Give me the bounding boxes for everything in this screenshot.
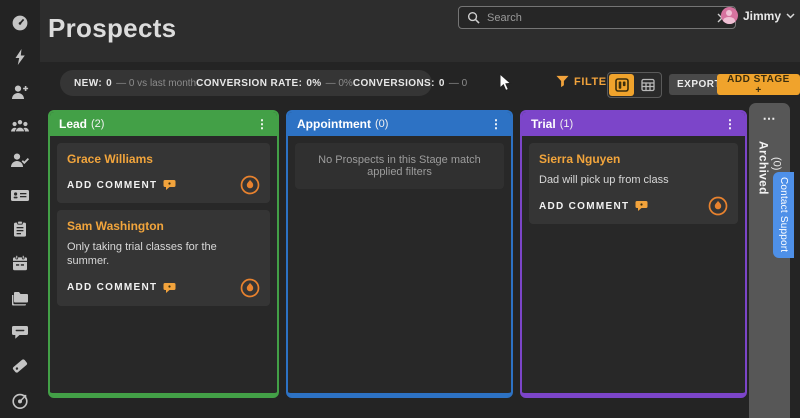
prospect-note: Only taking trial classes for the summer… (67, 240, 260, 269)
prospect-note: Dad will pick up from class (539, 173, 728, 187)
page-title: Prospects (48, 13, 176, 44)
column-trial: Trial (1) ⋮ Sierra Nguyen Dad will pick … (520, 110, 747, 398)
people-group-icon[interactable] (0, 109, 40, 143)
stats-bar: NEW: 0 — 0 vs last month CONVERSION RATE… (60, 70, 432, 96)
column-header: Lead (2) ⋮ (50, 112, 277, 136)
gauge-icon[interactable] (0, 6, 40, 40)
comment-bubble-icon (163, 282, 176, 294)
view-toggle (607, 72, 662, 98)
clipboard-icon[interactable] (0, 212, 40, 246)
column-title: Lead (59, 117, 87, 131)
prospect-card[interactable]: Sam Washington Only taking trial classes… (57, 210, 270, 306)
stat-label: NEW: (74, 78, 102, 89)
funnel-icon (556, 75, 569, 88)
user-menu[interactable]: Jimmy (721, 7, 795, 24)
user-name: Jimmy (743, 9, 781, 23)
contact-support-tab[interactable]: Contact Support (773, 172, 794, 258)
add-comment-label: ADD COMMENT (67, 180, 157, 191)
stat-new: NEW: 0 — 0 vs last month (74, 78, 196, 89)
contact-support-label: Contact Support (778, 177, 789, 252)
folders-icon[interactable] (0, 281, 40, 315)
avatar (721, 7, 738, 24)
column-count: (0) (771, 157, 783, 170)
prospect-name: Sam Washington (67, 219, 260, 233)
card-list: Grace Williams ADD COMMENT Sam Washingto… (50, 136, 277, 313)
column-header: Trial (1) ⋮ (522, 112, 745, 136)
column-header: Appointment (0) ⋮ (288, 112, 511, 136)
kebab-menu-icon[interactable]: ⋯ (763, 112, 777, 125)
person-plus-icon[interactable] (0, 75, 40, 109)
column-count: (0) (375, 118, 388, 130)
stat-label: CONVERSIONS: (353, 78, 435, 89)
lightning-bolt-icon[interactable] (0, 40, 40, 74)
kanban-view-button[interactable] (609, 74, 634, 96)
stat-value: 0% (306, 78, 321, 89)
stat-delta: — 0 (449, 78, 467, 89)
stat-value: 0 (439, 78, 445, 89)
stat-delta: — 0 vs last month (116, 78, 196, 89)
tag-icon[interactable] (0, 349, 40, 383)
search-box[interactable] (458, 6, 736, 29)
column-count: (1) (560, 118, 573, 130)
column-count: (2) (91, 118, 104, 130)
calendar-icon[interactable] (0, 246, 40, 280)
empty-state-message: No Prospects in this Stage match applied… (295, 143, 504, 189)
add-comment-button[interactable]: ADD COMMENT (539, 200, 648, 212)
column-title: Archived (757, 141, 771, 195)
id-card-icon[interactable] (0, 178, 40, 212)
person-check-icon[interactable] (0, 143, 40, 177)
add-comment-label: ADD COMMENT (67, 282, 157, 293)
hot-lead-flame-icon[interactable] (240, 175, 260, 195)
stat-conversions: CONVERSIONS: 0 — 0 (353, 78, 467, 89)
column-archived[interactable]: ⋯ (0) Archived (749, 103, 790, 418)
stat-value: 0 (106, 78, 112, 89)
prospect-name: Sierra Nguyen (539, 152, 728, 166)
comment-bubble-icon (635, 200, 648, 212)
chat-bubble-icon[interactable] (0, 315, 40, 349)
kanban-icon (615, 78, 629, 92)
card-actions: ADD COMMENT (67, 175, 260, 195)
kebab-menu-icon[interactable]: ⋮ (724, 118, 736, 130)
column-title: Appointment (297, 117, 371, 131)
table-view-button[interactable] (635, 74, 660, 96)
card-actions: ADD COMMENT (67, 278, 260, 298)
stat-delta: — 0% (326, 78, 353, 89)
hot-lead-flame-icon[interactable] (240, 278, 260, 298)
kebab-menu-icon[interactable]: ⋮ (256, 118, 268, 130)
prospect-card[interactable]: Grace Williams ADD COMMENT (57, 143, 270, 203)
prospect-name: Grace Williams (67, 152, 260, 166)
mouse-cursor (499, 73, 512, 97)
column-title: Trial (531, 117, 556, 131)
stat-label: CONVERSION RATE: (196, 78, 302, 89)
prospect-card[interactable]: Sierra Nguyen Dad will pick up from clas… (529, 143, 738, 224)
add-comment-button[interactable]: ADD COMMENT (67, 282, 176, 294)
header: Prospects Jimmy (40, 0, 800, 62)
kebab-menu-icon[interactable]: ⋮ (490, 118, 502, 130)
search-icon (467, 11, 480, 24)
search-input[interactable] (487, 12, 710, 24)
add-comment-button[interactable]: ADD COMMENT (67, 179, 176, 191)
table-icon (641, 78, 655, 92)
comment-bubble-icon (163, 179, 176, 191)
add-comment-label: ADD COMMENT (539, 201, 629, 212)
stat-conversion-rate: CONVERSION RATE: 0% — 0% (196, 78, 353, 89)
target-icon[interactable] (0, 384, 40, 418)
add-stage-button[interactable]: ADD STAGE + (717, 74, 800, 95)
hot-lead-flame-icon[interactable] (708, 196, 728, 216)
column-lead: Lead (2) ⋮ Grace Williams ADD COMMENT Sa… (48, 110, 279, 398)
chevron-down-icon (786, 13, 795, 19)
sidebar (0, 0, 40, 418)
column-appointment: Appointment (0) ⋮ No Prospects in this S… (286, 110, 513, 398)
card-actions: ADD COMMENT (539, 196, 728, 216)
card-list: Sierra Nguyen Dad will pick up from clas… (522, 136, 745, 231)
